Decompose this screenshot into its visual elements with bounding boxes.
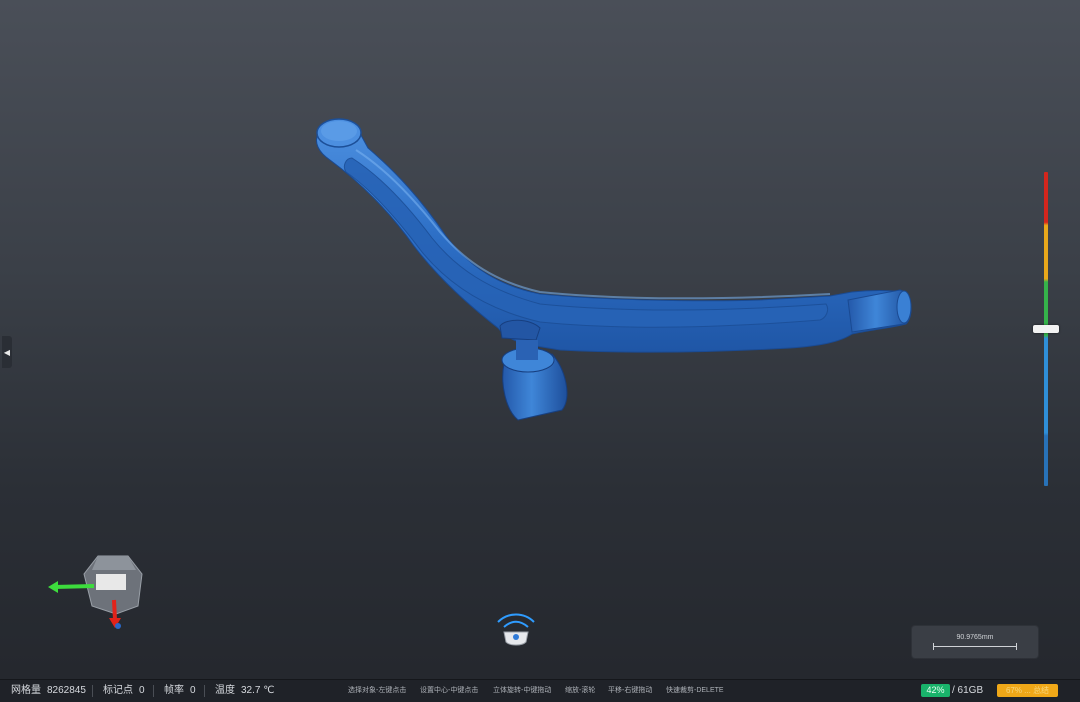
scale-bar: 90.9765mm [912, 626, 1038, 658]
hint-rotate: 立体旋转-中键拖动 [493, 687, 552, 694]
scale-bar-label: 90.9765mm [956, 634, 994, 641]
chevron-left-icon: ◀ [3, 347, 11, 357]
status-divider [204, 685, 205, 697]
hint-select: 选择对象-左键点击 [348, 687, 407, 694]
model-bottom-neck [516, 340, 538, 360]
depth-scale[interactable] [1033, 170, 1059, 488]
memory-total: / 61GB [952, 685, 984, 696]
scanner-lens [513, 634, 519, 640]
hint-quick-crop: 快速裁剪-DELETE [666, 687, 724, 694]
axis-z-arrow [112, 599, 117, 621]
mesh-count-label: 网格量 [11, 685, 41, 696]
scanned-model[interactable] [0, 0, 1080, 679]
scale-bar-line [933, 643, 1017, 650]
scanner-wave-inner [503, 620, 529, 628]
status-divider [92, 685, 93, 697]
model-pocket [499, 319, 541, 341]
frame-rate-value: 0 [190, 685, 196, 696]
model-top-pad-face [321, 121, 357, 141]
hint-set-center: 设置中心-中键点击 [420, 687, 479, 694]
3d-viewport[interactable]: ◀ 90.9765mm [0, 0, 1080, 679]
depth-slider-handle[interactable] [1033, 325, 1059, 333]
axis-x-arrow [53, 584, 95, 589]
axis-gizmo-icon[interactable] [44, 548, 154, 632]
status-mesh-count: 网格量 8262845 [11, 680, 86, 702]
warning-badge[interactable]: 67% ... 总结 [997, 684, 1058, 697]
axis-x-arrowhead [48, 581, 58, 593]
hint-zoom: 缩放-滚轮 [565, 687, 596, 694]
temperature-value: 32.7 ℃ [241, 685, 275, 696]
status-frame-rate: 帧率 0 [164, 680, 196, 702]
status-markers: 标记点 0 [103, 680, 145, 702]
axis-cube-front [96, 574, 126, 590]
status-divider [153, 685, 154, 697]
frame-rate-label: 帧率 [164, 685, 184, 696]
hint-pan: 平移-右键拖动 [608, 687, 653, 694]
scanner-icon[interactable] [490, 610, 542, 650]
model-end-tube-face [896, 290, 912, 324]
left-panel-toggle[interactable]: ◀ [2, 336, 12, 368]
markers-label: 标记点 [103, 685, 133, 696]
markers-value: 0 [139, 685, 145, 696]
status-bar: 网格量 8262845 标记点 0 帧率 0 温度 32.7 ℃ 选择对象-左键点击 设… [0, 679, 1080, 702]
axis-y-dot [115, 623, 121, 629]
status-temperature: 温度 32.7 ℃ [215, 680, 274, 702]
memory-usage-badge: 42% [921, 684, 950, 697]
mesh-count-value: 8262845 [47, 685, 86, 696]
temperature-label: 温度 [215, 685, 235, 696]
